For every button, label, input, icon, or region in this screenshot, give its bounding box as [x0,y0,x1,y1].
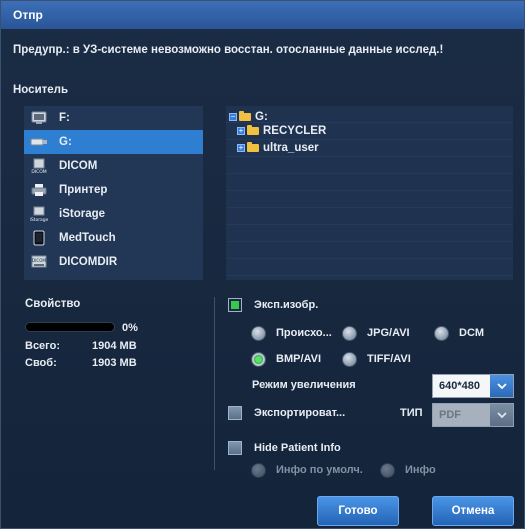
info-radio[interactable] [380,463,395,478]
media-item-label: G: [59,136,72,148]
format-dcm-label: DCM [459,327,485,339]
export-report-label: Экспортироват... [254,407,346,419]
format-dcm-radio[interactable] [434,326,449,341]
media-item-istorage[interactable]: iStorage iStorage [24,202,203,226]
tablet-icon [30,230,48,246]
chevron-down-icon [490,404,513,426]
media-item-medtouch[interactable]: MedTouch [24,226,203,250]
hide-patient-label: Hide Patient Info [254,442,341,454]
total-value: 1904 MB [92,340,137,352]
info-label: Инфо [405,464,436,476]
report-type-value: PDF [439,409,461,421]
expand-icon[interactable]: + [237,144,245,152]
drive-icon [30,110,48,126]
tree-node-recycler[interactable]: + RECYCLER [237,124,326,138]
folder-icon [247,125,259,135]
usb-drive-icon [30,134,48,150]
media-item-dicom[interactable]: DICOM DICOM [24,154,203,178]
done-button[interactable]: Готово [317,496,399,526]
usage-progress-bar [25,322,115,332]
istorage-icon: iStorage [30,206,48,222]
folder-icon [239,111,251,121]
format-bmp-label: BMP/AVI [276,353,322,365]
media-item-label: iStorage [59,208,106,220]
format-bmp-radio[interactable] [251,352,266,367]
media-item-label: MedTouch [59,232,116,244]
send-dialog: Отпр Предупр.: в УЗ-системе невозможно в… [0,0,525,529]
total-label: Всего: [25,340,60,352]
svg-text:iStorage: iStorage [30,217,48,222]
type-label: ТИП [400,407,423,419]
usage-percent: 0% [122,322,138,334]
tree-node-ultra-user[interactable]: + ultra_user [237,141,319,155]
tree-root[interactable]: − G: [229,110,268,124]
media-item-label: DICOMDIR [59,256,118,268]
warning-text: Предупр.: в УЗ-системе невозможно восста… [13,44,444,56]
vertical-divider [214,297,215,470]
dicomdir-icon: DICOM [30,254,48,270]
media-item-dicomdir[interactable]: DICOM DICOMDIR [24,250,203,274]
format-tiff-label: TIFF/AVI [367,353,411,365]
printer-icon [30,182,48,198]
folder-icon [247,142,259,152]
collapse-icon[interactable]: − [229,113,237,121]
free-value: 1903 MB [92,357,137,369]
report-type-select[interactable]: PDF [432,403,514,427]
export-report-checkbox[interactable] [228,406,242,420]
format-original-radio[interactable] [251,326,266,341]
free-label: Своб: [25,357,57,369]
cancel-button[interactable]: Отмена [432,496,514,526]
default-info-radio[interactable] [251,463,266,478]
svg-text:DICOM: DICOM [32,258,46,263]
format-jpg-label: JPG/AVI [367,327,410,339]
dialog-title: Отпр [1,1,524,29]
media-item-f[interactable]: F: [24,106,203,130]
property-label: Свойство [25,298,81,310]
zoom-mode-value: 640*480 [439,380,480,392]
tree-node-label: RECYCLER [263,125,327,137]
expand-icon[interactable]: + [237,127,245,135]
media-item-label: DICOM [59,160,98,172]
export-image-label: Эксп.изобр. [254,299,319,311]
tree-node-label: G: [255,111,268,123]
default-info-label: Инфо по умолч. [276,464,363,476]
format-tiff-radio[interactable] [342,352,357,367]
hide-patient-checkbox[interactable] [228,441,242,455]
media-label: Носитель [13,84,69,96]
format-jpg-radio[interactable] [342,326,357,341]
zoom-mode-label: Режим увеличения [252,379,356,391]
media-item-label: F: [59,112,70,124]
dicom-icon: DICOM [30,158,48,174]
media-list[interactable]: F: G: DICOM DICOM Принтер iStorage iStor… [24,106,203,280]
chevron-down-icon [490,375,513,397]
format-original-label: Происхо... [276,327,332,339]
media-item-printer[interactable]: Принтер [24,178,203,202]
media-item-g[interactable]: G: [24,130,203,154]
folder-tree[interactable]: − G: + RECYCLER + ultra_user [226,106,513,280]
tree-node-label: ultra_user [263,142,319,154]
export-image-checkbox[interactable] [228,298,242,312]
media-item-label: Принтер [59,184,108,196]
svg-text:DICOM: DICOM [31,169,46,174]
zoom-mode-select[interactable]: 640*480 [432,374,514,398]
